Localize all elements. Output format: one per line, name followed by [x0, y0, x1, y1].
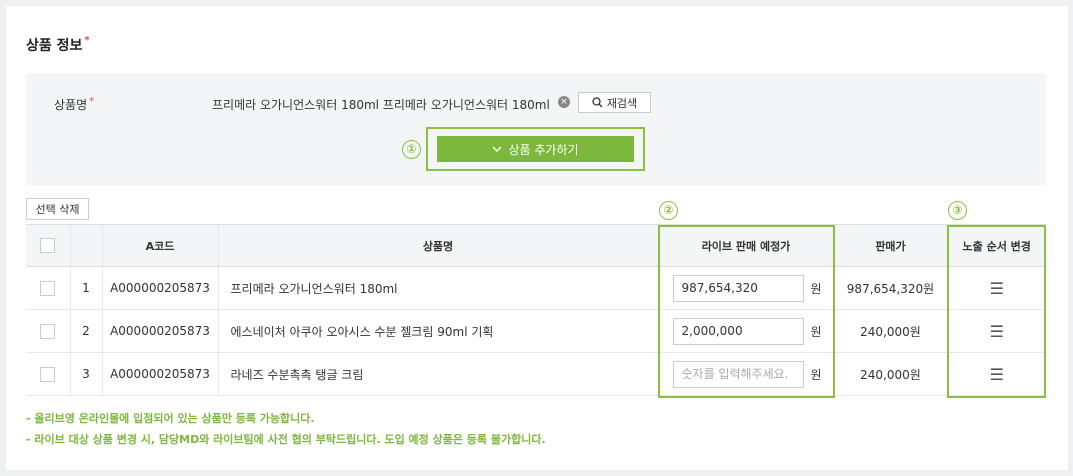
- row-code: A000000205873: [101, 352, 218, 396]
- clear-circle-icon[interactable]: ×: [558, 96, 570, 108]
- row-product-name: 에스네이처 아쿠아 오아시스 수분 젤크림 90ml 기획: [217, 309, 658, 353]
- product-table: A코드 상품명 라이브 판매 예정가 판매가 노출 순서 변경 1 A00000…: [26, 224, 1046, 396]
- marker-2: ②: [659, 201, 678, 220]
- product-name-label: 상품명 *: [54, 96, 95, 112]
- add-product-label: 상품 추가하기: [508, 142, 579, 157]
- section-title: 상품 정보 *: [26, 35, 90, 54]
- row-number: 2: [69, 309, 102, 353]
- notice-line: - 라이브 대상 상품 변경 시, 담당MD와 라이브팀에 사전 협의 부탁드립…: [26, 433, 546, 446]
- row-code: A000000205873: [101, 309, 218, 353]
- add-highlight-frame: 상품 추가하기: [426, 127, 645, 171]
- row-price: 987,654,320원: [833, 266, 947, 310]
- select-all-checkbox[interactable]: [40, 238, 56, 253]
- required-mark: *: [89, 96, 95, 107]
- product-search-panel: 상품명 * 프리메라 오가니언스워터 180ml 프리메라 오가니언스워터 180…: [26, 73, 1046, 186]
- code-header: A코드: [101, 224, 218, 267]
- row-price: 240,000원: [833, 352, 947, 396]
- notice-text: - 올리브영 온라인몰에 입점되어 있는 상품만 등록 가능합니다. - 라이브…: [26, 408, 546, 450]
- row-checkbox[interactable]: [40, 280, 56, 296]
- num-header: [69, 224, 102, 267]
- price-header: 판매가: [833, 224, 947, 267]
- delete-selected-button[interactable]: 선택 삭제: [26, 198, 89, 220]
- row-checkbox[interactable]: [40, 366, 56, 382]
- row-price: 240,000원: [833, 309, 947, 353]
- marker-1: ①: [402, 140, 421, 159]
- table-row: 3 A000000205873 라네즈 수분촉촉 탱글 크림 숫자를 입력해주세…: [26, 352, 1046, 396]
- row-number: 1: [69, 266, 102, 310]
- selected-product-name: 프리메라 오가니언스워터 180ml 프리메라 오가니언스워터 180ml: [212, 98, 550, 112]
- row-product-name: 라네즈 수분촉촉 탱글 크림: [217, 352, 658, 396]
- required-mark: *: [84, 35, 90, 46]
- table-row: 2 A000000205873 에스네이처 아쿠아 오아시스 수분 젤크림 90…: [26, 309, 1046, 353]
- order-highlight-frame: [947, 225, 1046, 398]
- product-info-card: 상품 정보 * 상품명 * 프리메라 오가니언스워터 180ml 프리메라 오가니언…: [6, 6, 1068, 470]
- marker-3: ③: [948, 201, 967, 220]
- notice-line: - 올리브영 온라인몰에 입점되어 있는 상품만 등록 가능합니다.: [26, 412, 315, 425]
- row-product-name: 프리메라 오가니언스워터 180ml: [217, 266, 658, 310]
- table-row: 1 A000000205873 프리메라 오가니언스워터 180ml 987,6…: [26, 266, 1046, 310]
- row-number: 3: [69, 352, 102, 396]
- table-header-row: A코드 상품명 라이브 판매 예정가 판매가 노출 순서 변경: [26, 224, 1046, 267]
- live-price-highlight-frame: [658, 225, 835, 398]
- research-button[interactable]: 재검색: [578, 92, 651, 113]
- search-icon: [592, 97, 603, 108]
- select-all-header: [26, 224, 70, 267]
- row-checkbox[interactable]: [40, 323, 56, 339]
- row-code: A000000205873: [101, 266, 218, 310]
- chevron-down-icon: [492, 145, 502, 152]
- name-header: 상품명: [217, 224, 658, 267]
- research-label: 재검색: [606, 96, 638, 110]
- add-product-button[interactable]: 상품 추가하기: [437, 136, 634, 162]
